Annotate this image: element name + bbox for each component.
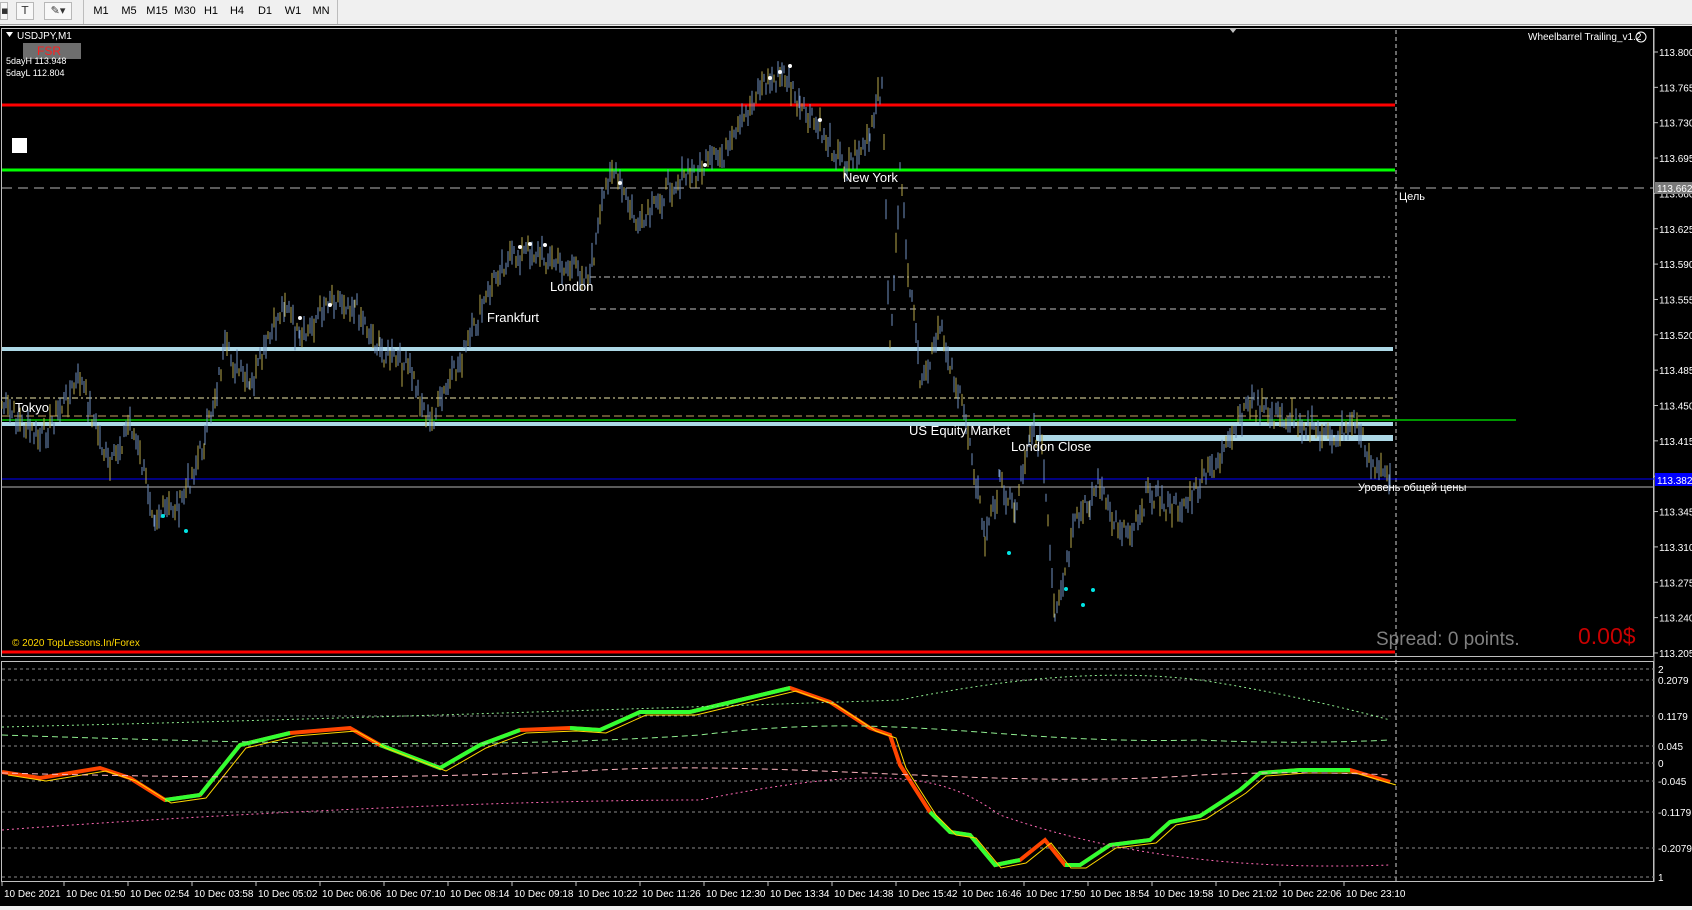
price-tick-label: 113.800 — [1659, 48, 1692, 59]
toolbar-separator — [337, 0, 338, 24]
fractal-down-dot — [1007, 551, 1011, 555]
price-tick-label: 113.205 — [1659, 649, 1692, 660]
oscillator-tick-label: 0.1179 — [1658, 712, 1688, 723]
price-tick-label: 113.450 — [1659, 402, 1692, 413]
time-tick-label: 10 Dec 21:02 — [1218, 889, 1278, 900]
price-chart-window[interactable]: Tokyo Frankfurt London New York US Equit… — [0, 26, 1692, 906]
target-level-label: Цель — [1399, 191, 1425, 203]
price-tick-label: 113.555 — [1659, 295, 1692, 306]
target-price-tag-text: 113.662 — [1657, 184, 1692, 195]
price-tick-label: 113.730 — [1659, 119, 1692, 130]
fractal-down-dot — [1064, 587, 1068, 591]
time-tick-label: 10 Dec 08:14 — [450, 889, 510, 900]
oscillator-tick-label: -0.2079 — [1658, 844, 1692, 855]
oscillator-tick-label: 0.045 — [1658, 742, 1683, 753]
time-tick-label: 10 Dec 10:22 — [578, 889, 638, 900]
oscillator-tick-label: -0.045 — [1658, 777, 1687, 788]
time-tick-label: 10 Dec 17:50 — [1026, 889, 1086, 900]
bid-price-tag-text: 113.382 — [1657, 476, 1692, 487]
fractal-up-dot — [298, 316, 302, 320]
timeframe-toolbar: ▪ T ✎▾ M1 M5 M15 M30 H1 H4 D1 W1 MN — [0, 0, 1692, 25]
oscillator-tick-label: 0 — [1658, 759, 1664, 770]
time-tick-label: 10 Dec 02:54 — [130, 889, 190, 900]
session-label-london-close: London Close — [1011, 439, 1091, 454]
session-label-frankfurt: Frankfurt — [487, 310, 539, 325]
price-tick-label: 113.695 — [1659, 154, 1692, 165]
spread-label: Spread: 0 points. — [1376, 629, 1520, 650]
text-tool-icon[interactable]: T — [16, 2, 34, 20]
profit-label: 0.00$ — [1578, 623, 1636, 649]
time-tick-label: 10 Dec 11:26 — [642, 889, 701, 900]
time-tick-label: 10 Dec 19:58 — [1154, 889, 1214, 900]
fractal-down-dot — [1091, 588, 1095, 592]
time-tick-label: 10 Dec 12:30 — [706, 889, 766, 900]
five-day-high-label: 5dayH 113.948 — [6, 56, 66, 66]
time-tick-label: 10 Dec 16:46 — [962, 889, 1022, 900]
timeframe-button-h1[interactable]: H1 — [200, 2, 222, 21]
time-tick-label: 10 Dec 23:10 — [1346, 889, 1406, 900]
price-tick-label: 113.520 — [1659, 331, 1692, 342]
time-tick-label: 10 Dec 09:18 — [514, 889, 574, 900]
five-day-low-label: 5dayL 112.804 — [6, 68, 65, 78]
time-tick-label: 10 Dec 14:38 — [834, 889, 894, 900]
price-tick-label: 113.415 — [1659, 437, 1692, 448]
oscillator-tick-label: 0.2079 — [1658, 676, 1689, 687]
time-tick-label: 10 Dec 03:58 — [194, 889, 254, 900]
time-tick-label: 10 Dec 13:34 — [770, 889, 830, 900]
shapes-dropdown-icon[interactable]: ✎▾ — [44, 2, 72, 20]
timeframe-button-m5[interactable]: M5 — [118, 2, 140, 21]
time-tick-label: 10 Dec 06:06 — [322, 889, 382, 900]
fractal-up-dot — [618, 181, 622, 185]
fractal-up-dot — [768, 76, 772, 80]
fractal-up-dot — [818, 118, 822, 122]
session-label-us-equity: US Equity Market — [909, 423, 1011, 438]
fractal-down-dot — [184, 529, 188, 533]
timeframe-button-h4[interactable]: H4 — [226, 2, 248, 21]
time-tick-label: 10 Dec 05:02 — [258, 889, 318, 900]
oscillator-tick-label: -0.1179 — [1658, 808, 1692, 819]
copyright-label: © 2020 TopLessons.In/Forex — [12, 638, 140, 649]
price-tick-label: 113.310 — [1659, 543, 1692, 554]
price-tick-label: 113.625 — [1659, 225, 1692, 236]
price-tick-label: 113.345 — [1659, 508, 1692, 519]
time-tick-label: 10 Dec 01:50 — [66, 889, 126, 900]
time-tick-label: 10 Dec 07:10 — [386, 889, 446, 900]
price-tick-label: 113.765 — [1659, 83, 1692, 94]
expert-advisor-name: Wheelbarrel Trailing_v1.2 — [1528, 32, 1642, 43]
fractal-up-dot — [528, 242, 532, 246]
common-price-level-label: Уровень общей цены — [1358, 482, 1466, 494]
symbol-timeframe-label: USDJPY,M1 — [17, 31, 72, 42]
price-tick-label: 113.275 — [1659, 578, 1692, 589]
time-tick-label: 10 Dec 18:54 — [1090, 889, 1150, 900]
chart-background — [0, 26, 1692, 906]
time-tick-label: 10 Dec 22:06 — [1282, 889, 1342, 900]
session-label-new-york: New York — [843, 170, 898, 185]
fractal-up-dot — [328, 303, 332, 307]
fractal-down-dot — [1081, 603, 1085, 607]
timeframe-button-m30[interactable]: M30 — [172, 2, 198, 21]
timeframe-button-mn[interactable]: MN — [310, 2, 332, 21]
price-tick-label: 113.240 — [1659, 614, 1692, 625]
timeframe-button-m15[interactable]: M15 — [144, 2, 170, 21]
fractal-down-dot — [161, 514, 165, 518]
price-tick-label: 113.590 — [1659, 260, 1692, 271]
panel-toggle-checkbox[interactable] — [12, 138, 27, 153]
chart-props-icon[interactable]: ▪ — [0, 2, 8, 20]
fractal-up-dot — [518, 245, 522, 249]
fractal-up-dot — [543, 243, 547, 247]
fractal-up-dot — [703, 163, 707, 167]
fractal-up-dot — [788, 64, 792, 68]
timeframe-button-w1[interactable]: W1 — [282, 2, 304, 21]
price-tick-label: 113.485 — [1659, 366, 1692, 377]
fractal-up-dot — [778, 70, 782, 74]
timeframe-button-d1[interactable]: D1 — [254, 2, 276, 21]
time-tick-label: 10 Dec 2021 — [4, 889, 61, 900]
toolbar-separator — [83, 0, 84, 24]
session-label-tokyo: Tokyo — [15, 400, 49, 415]
time-tick-label: 10 Dec 15:42 — [898, 889, 958, 900]
timeframe-button-m1[interactable]: M1 — [90, 2, 112, 21]
session-label-london: London — [550, 279, 593, 294]
oscillator-tick-label: 2 — [1658, 665, 1664, 676]
oscillator-tick-label: 1 — [1658, 873, 1664, 884]
